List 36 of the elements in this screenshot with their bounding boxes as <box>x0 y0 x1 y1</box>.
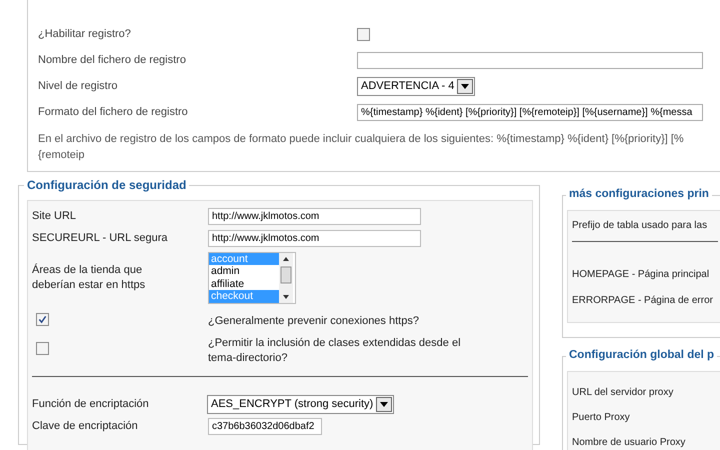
input-field[interactable] <box>357 52 703 68</box>
help-text: En el archivo de registro de los campos de formato puede incluir cualquiera de los siguientes: %{timestamp} %{ident} [%{priority}] [%{remoteip <box>38 132 685 163</box>
scrollbar[interactable] <box>279 252 293 302</box>
field-label: Site URL <box>32 208 78 224</box>
field-label: Nivel de registro <box>38 80 118 92</box>
input-field[interactable]: %{timestamp} %{ident} [%{priority}] [%{remoteip}] [%{username}] %{messa <box>357 104 703 120</box>
section-title: Configuración de seguridad <box>24 178 190 192</box>
field-label: Prefijo de tabla usado para las <box>572 219 708 233</box>
checkbox[interactable] <box>357 28 370 40</box>
caret-icon <box>380 402 388 406</box>
field-label: Áreas de la tienda que deberían estar en https <box>32 262 146 292</box>
checkbox-label: ¿Generalmente prevenir conexiones https? <box>208 314 420 328</box>
field-label: Nombre de usuario Proxy <box>572 436 686 450</box>
field-label: Formato del fichero de registro <box>38 106 189 118</box>
dropdown-button[interactable] <box>376 396 392 412</box>
section-title: más configuraciones prin <box>566 188 712 200</box>
input-field[interactable]: http://www.jklmotos.com <box>208 230 421 246</box>
field-label: Nombre del fichero de registro <box>38 54 187 66</box>
checkbox-label: ¿Permitir la inclusión de clases extendidas desde el tema-directorio? <box>208 336 462 366</box>
input-field[interactable]: http://www.jklmotos.com <box>208 208 421 224</box>
section-title: Configuración global del p <box>566 349 718 361</box>
field-label: ERRORPAGE - Página de error <box>572 294 714 308</box>
field-label: URL del servidor proxy <box>572 386 674 400</box>
field-label: SECUREURL - URL segura <box>32 230 169 246</box>
field-label: Puerto Proxy <box>572 411 631 425</box>
caret-icon <box>461 84 470 88</box>
checkbox[interactable] <box>36 342 49 355</box>
field-label: HOMEPAGE - Página principal <box>572 268 710 282</box>
checkbox[interactable] <box>36 313 49 326</box>
input-field[interactable]: c37b6b36032d06dbaf2 <box>208 418 322 434</box>
field-label: Función de encriptación <box>32 396 150 412</box>
dropdown-button[interactable] <box>457 78 474 94</box>
list-option[interactable]: admin <box>209 265 279 278</box>
field-label: Clave de encriptación <box>32 418 139 434</box>
list-option[interactable]: affiliate <box>209 278 279 290</box>
field-label: ¿Habilitar registro? <box>38 28 132 40</box>
